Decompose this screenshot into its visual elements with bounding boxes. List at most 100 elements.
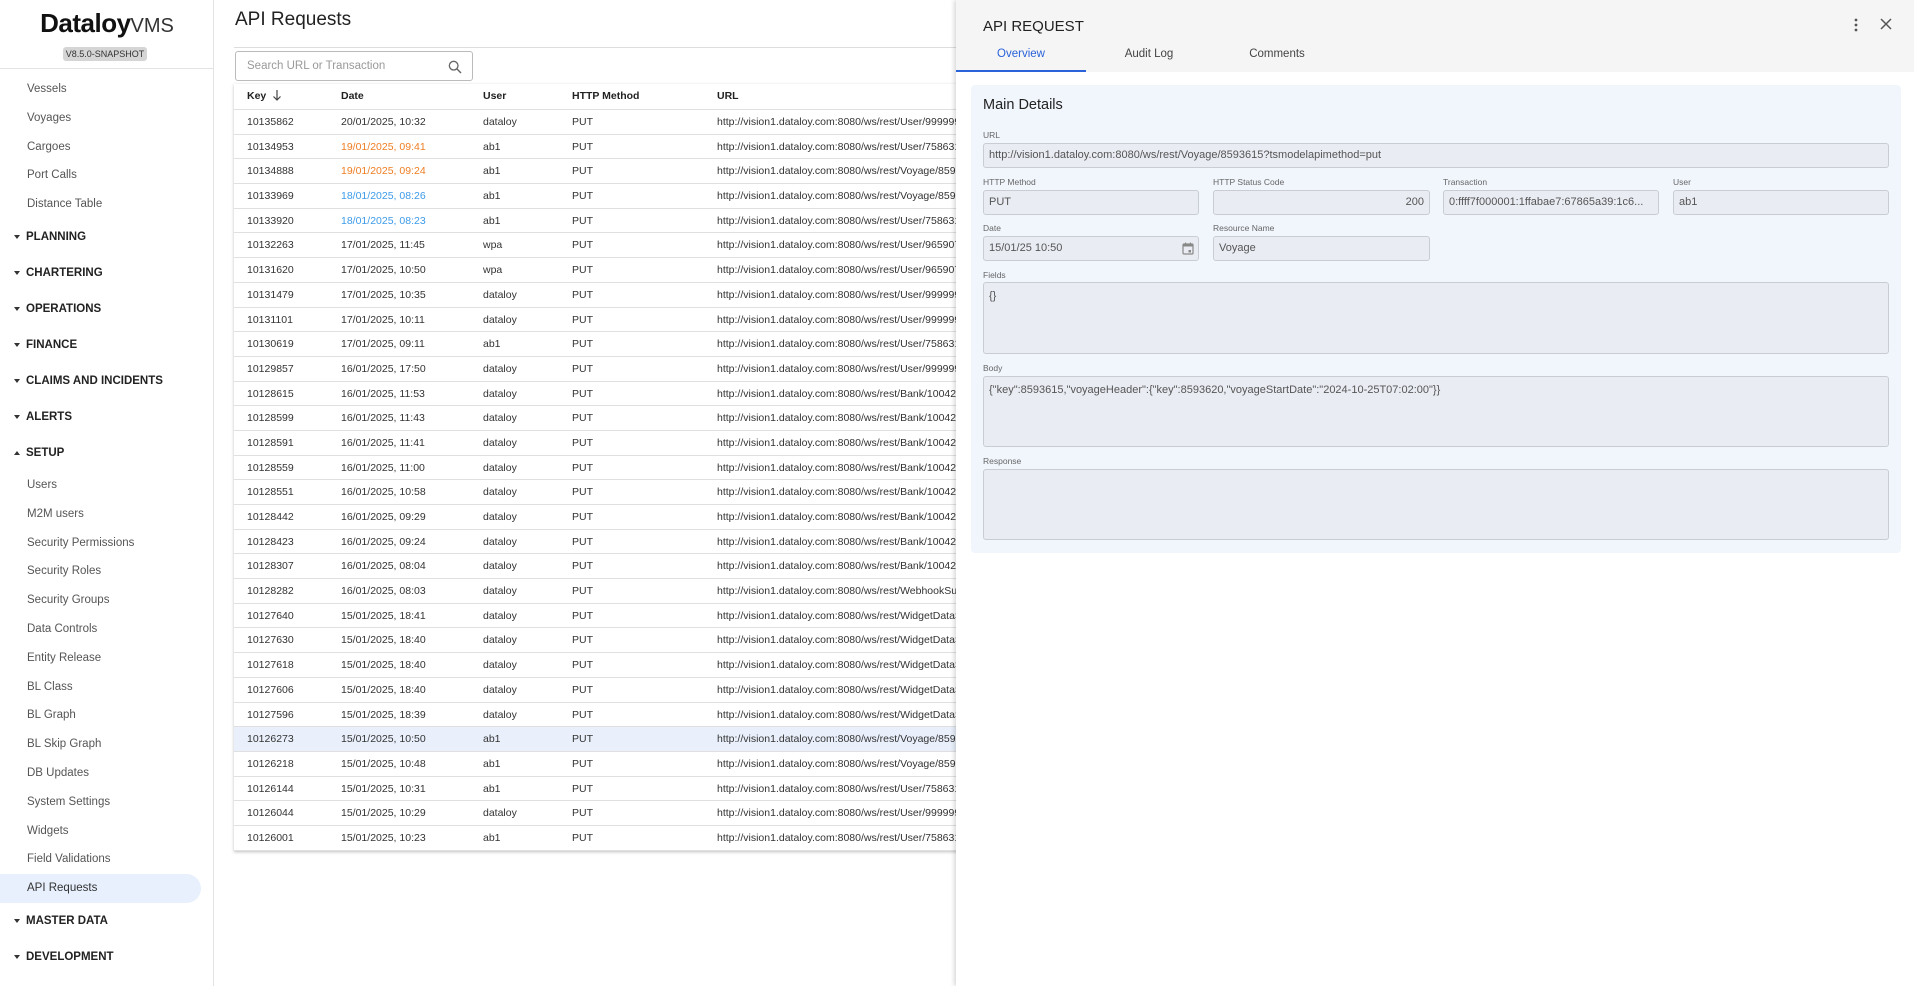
table-row[interactable]: 10133969 18/01/2025, 08:26 ab1 PUT http://vi…	[234, 184, 974, 209]
table-row[interactable]: 10129857 16/01/2025, 17:50 dataloy PUT http:…	[234, 357, 974, 382]
column-header-url[interactable]: URL	[717, 84, 739, 108]
close-icon[interactable]	[1878, 16, 1894, 32]
cell-key: 10134888	[247, 165, 294, 178]
sidebar-section-development[interactable]: DEVELOPMENT	[0, 939, 214, 975]
table-row[interactable]: 10131479 17/01/2025, 10:35 dataloy PUT http:…	[234, 283, 974, 308]
sidebar-section-setup[interactable]: SETUP	[0, 435, 214, 471]
user-label: User	[1673, 177, 1691, 187]
sidebar-item-security-roles[interactable]: Security Roles	[0, 557, 214, 586]
sidebar-item-voyages[interactable]: Voyages	[0, 104, 214, 133]
table-row[interactable]: 10134953 19/01/2025, 09:41 ab1 PUT http://vi…	[234, 135, 974, 160]
sidebar-item-m2m-users[interactable]: M2M users	[0, 500, 214, 529]
search-input[interactable]	[236, 52, 436, 80]
tab-audit-log[interactable]: Audit Log	[1084, 48, 1214, 72]
table-row[interactable]: 10126001 15/01/2025, 10:23 ab1 PUT http://vi…	[234, 826, 974, 851]
table-row[interactable]: 10127630 15/01/2025, 18:40 dataloy PUT http:…	[234, 628, 974, 654]
table-row[interactable]: 10128442 16/01/2025, 09:29 dataloy PUT http:…	[234, 505, 974, 530]
sidebar-item-security-groups[interactable]: Security Groups	[0, 586, 214, 615]
body-textarea[interactable]: {"key":8593615,"voyageHeader":{"key":859…	[983, 376, 1889, 447]
column-header-user[interactable]: User	[483, 84, 506, 108]
sidebar-item-widgets[interactable]: Widgets	[0, 817, 214, 846]
user-field[interactable]: ab1	[1673, 190, 1889, 215]
table-row[interactable]: 10128551 16/01/2025, 10:58 dataloy PUT http:…	[234, 480, 974, 505]
fields-textarea[interactable]: {}	[983, 282, 1889, 354]
table-row[interactable]: 10128282 16/01/2025, 08:03 dataloy PUT http:…	[234, 579, 974, 604]
tab-overview[interactable]: Overview	[956, 48, 1086, 72]
table-row[interactable]: 10127618 15/01/2025, 18:40 dataloy PUT http:…	[234, 653, 974, 678]
sidebar-section-alerts[interactable]: ALERTS	[0, 399, 214, 435]
cell-key: 10128591	[247, 436, 294, 449]
caret-down-icon	[14, 918, 20, 923]
cell-method: PUT	[572, 511, 593, 523]
table-row[interactable]: 10132263 17/01/2025, 11:45 wpa PUT http://vi…	[234, 233, 974, 259]
sidebar-section-master-data[interactable]: MASTER DATA	[0, 903, 214, 939]
table-row[interactable]: 10126218 15/01/2025, 10:48 ab1 PUT http://vi…	[234, 752, 974, 777]
sidebar-item-db-updates[interactable]: DB Updates	[0, 759, 214, 788]
sort-arrow-down-icon[interactable]	[272, 89, 282, 101]
sidebar-section-claims-and-incidents[interactable]: CLAIMS AND INCIDENTS	[0, 363, 214, 399]
response-textarea[interactable]	[983, 469, 1889, 540]
table-row[interactable]: 10127606 15/01/2025, 18:40 dataloy PUT http:…	[234, 678, 974, 703]
sidebar-item-port-calls[interactable]: Port Calls	[0, 161, 214, 190]
table-row[interactable]: 10126144 15/01/2025, 10:31 ab1 PUT http://vi…	[234, 777, 974, 802]
table-row[interactable]: 10134888 19/01/2025, 09:24 ab1 PUT http://vi…	[234, 159, 974, 185]
cell-method: PUT	[572, 733, 593, 746]
transaction-field[interactable]: 0:ffff7f000001:1ffabae7:67865a39:1c6...	[1443, 190, 1659, 215]
sidebar: DataloyVMS V8.5.0-SNAPSHOT Vessels Voyage…	[0, 0, 214, 986]
table-row[interactable]: 10128615 16/01/2025, 11:53 dataloy PUT http:…	[234, 382, 974, 407]
http-method-field[interactable]: PUT	[983, 190, 1199, 215]
status-code-field[interactable]: 200	[1213, 190, 1430, 215]
sidebar-section-chartering[interactable]: CHARTERING	[0, 255, 214, 291]
search-icon[interactable]	[447, 59, 463, 75]
column-header-key[interactable]: Key	[247, 84, 282, 108]
sidebar-item-label: System Settings	[27, 795, 111, 808]
sidebar-section-planning[interactable]: PLANNING	[0, 219, 214, 255]
table-row[interactable]: 10126273 15/01/2025, 10:50 ab1 PUT http://vi…	[234, 727, 974, 752]
table-row[interactable]: 10127640 15/01/2025, 18:41 dataloy PUT http:…	[234, 604, 974, 629]
sidebar-item-system-settings[interactable]: System Settings	[0, 788, 214, 817]
sidebar-item-bl-graph[interactable]: BL Graph	[0, 701, 214, 730]
sidebar-item-users[interactable]: Users	[0, 471, 214, 500]
sidebar-item-data-controls[interactable]: Data Controls	[0, 615, 214, 644]
calendar-icon[interactable]	[1182, 242, 1194, 255]
sidebar-item-label: M2M users	[27, 507, 84, 520]
sidebar-item-label: BL Skip Graph	[27, 738, 102, 751]
column-header-date[interactable]: Date	[341, 84, 364, 108]
table-row[interactable]: 10128599 16/01/2025, 11:43 dataloy PUT http:…	[234, 406, 974, 431]
sidebar-item-bl-class[interactable]: BL Class	[0, 673, 214, 702]
sidebar-item-security-permissions[interactable]: Security Permissions	[0, 529, 214, 558]
table-row[interactable]: 10135862 20/01/2025, 10:32 dataloy PUT http:…	[234, 110, 974, 135]
cell-date: 16/01/2025, 17:50	[341, 362, 426, 375]
sidebar-item-bl-skip-graph[interactable]: BL Skip Graph	[0, 730, 214, 759]
resource-name-field[interactable]: Voyage	[1213, 236, 1430, 261]
date-field[interactable]: 15/01/25 10:50	[983, 236, 1199, 261]
table-row[interactable]: 10128423 16/01/2025, 09:24 dataloy PUT http:…	[234, 530, 974, 555]
sidebar-item-cargoes[interactable]: Cargoes	[0, 133, 214, 162]
sidebar-item-distance-table[interactable]: Distance Table	[0, 190, 214, 219]
more-vert-icon[interactable]	[1850, 17, 1862, 33]
cell-date: 17/01/2025, 10:35	[341, 288, 426, 301]
table-row[interactable]: 10128559 16/01/2025, 11:00 dataloy PUT http:…	[234, 456, 974, 481]
sidebar-section-operations[interactable]: OPERATIONS	[0, 291, 214, 327]
table-row[interactable]: 10128307 16/01/2025, 08:04 dataloy PUT http:…	[234, 554, 974, 580]
sidebar-item-label: Distance Table	[27, 198, 103, 211]
url-field[interactable]: http://vision1.dataloy.com:8080/ws/rest/…	[983, 143, 1889, 168]
table-row[interactable]: 10133920 18/01/2025, 08:23 ab1 PUT http://vi…	[234, 209, 974, 234]
sidebar-item-vessels[interactable]: Vessels	[0, 75, 214, 104]
sidebar-item-label: Widgets	[27, 824, 69, 837]
column-header-http-method[interactable]: HTTP Method	[572, 84, 639, 108]
tab-comments[interactable]: Comments	[1212, 48, 1342, 72]
table-row[interactable]: 10128591 16/01/2025, 11:41 dataloy PUT http:…	[234, 431, 974, 456]
cell-url: http://vision1.dataloy.com:8080/ws/rest/…	[717, 807, 961, 820]
sidebar-item-api-requests[interactable]: API Requests	[0, 874, 201, 903]
table-row[interactable]: 10131101 17/01/2025, 10:11 dataloy PUT http:…	[234, 308, 974, 333]
sidebar-section-finance[interactable]: FINANCE	[0, 327, 214, 363]
table-row[interactable]: 10131620 17/01/2025, 10:50 wpa PUT http://vi…	[234, 258, 974, 283]
sidebar-item-entity-release[interactable]: Entity Release	[0, 644, 214, 673]
table-row[interactable]: 10127596 15/01/2025, 18:39 dataloy PUT http:…	[234, 703, 974, 728]
table-body: 10135862 20/01/2025, 10:32 dataloy PUT http:…	[234, 110, 974, 851]
table-row[interactable]: 10126044 15/01/2025, 10:29 dataloy PUT http:…	[234, 801, 974, 826]
sidebar-item-field-validations[interactable]: Field Validations	[0, 845, 214, 874]
caret-down-icon	[14, 234, 20, 239]
table-row[interactable]: 10130619 17/01/2025, 09:11 ab1 PUT http://vi…	[234, 332, 974, 357]
